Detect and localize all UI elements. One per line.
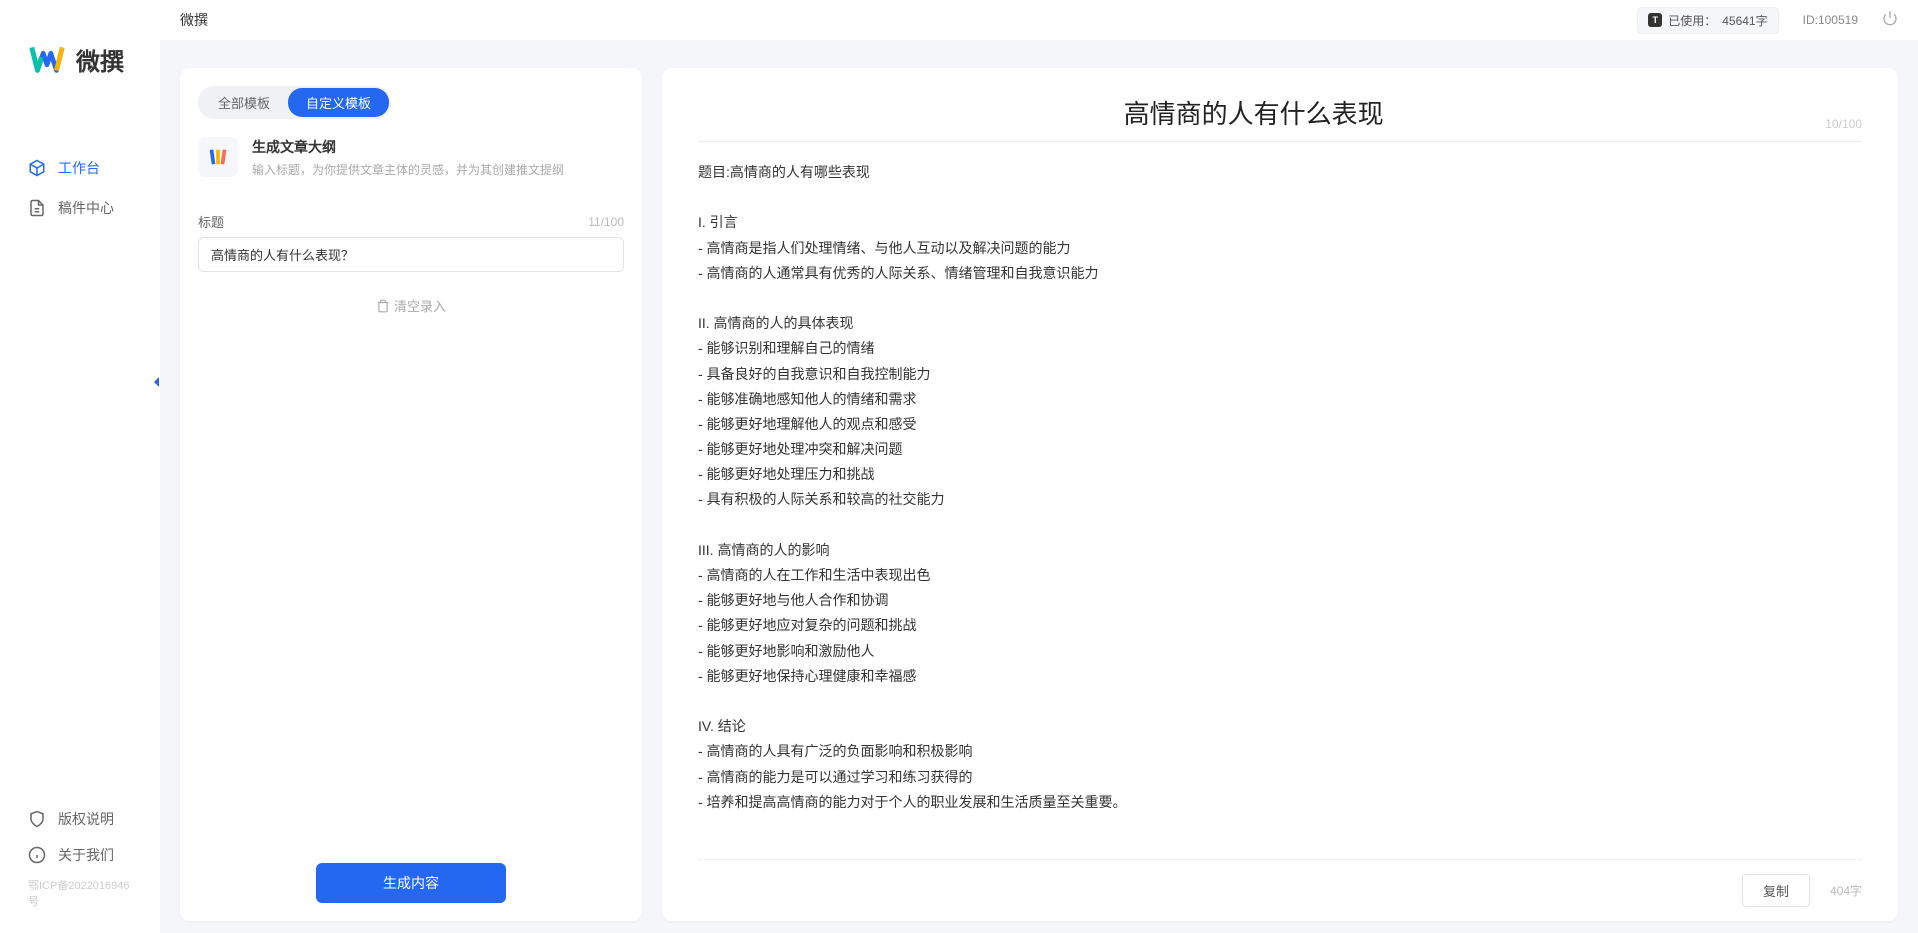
main: 全部模板 自定义模板 生成文章大纲 输入标题，为你提供文章主体的灵感，并为其创建… — [160, 40, 1918, 933]
form-section: 标题 11/100 清空录入 — [180, 192, 642, 321]
sidebar-item-label: 关于我们 — [58, 845, 114, 865]
form-title-head: 标题 11/100 — [198, 212, 624, 231]
title-input[interactable] — [198, 237, 624, 272]
doc-title-counter: 10/100 — [1825, 117, 1862, 131]
user-id: ID:100519 — [1803, 13, 1858, 27]
power-button[interactable] — [1882, 10, 1898, 31]
template-info: 生成文章大纲 输入标题，为你提供文章主体的灵感，并为其创建推文提纲 — [252, 137, 564, 178]
copy-button[interactable]: 复制 — [1742, 874, 1810, 907]
left-panel: 全部模板 自定义模板 生成文章大纲 输入标题，为你提供文章主体的灵感，并为其创建… — [180, 68, 642, 921]
topbar-title: 微撰 — [180, 10, 208, 30]
trash-icon — [376, 299, 390, 313]
shield-icon — [28, 810, 46, 828]
logo-icon — [28, 40, 66, 78]
right-panel: 高情商的人有什么表现 10/100 题目:高情商的人有哪些表现 I. 引言 - … — [662, 68, 1898, 921]
sidebar-item-label: 稿件中心 — [58, 198, 114, 218]
tab-all-templates[interactable]: 全部模板 — [200, 88, 288, 117]
clear-input-button[interactable]: 清空录入 — [198, 296, 624, 315]
sidebar-item-label: 版权说明 — [58, 809, 114, 829]
template-title: 生成文章大纲 — [252, 137, 564, 157]
sidebar-item-label: 工作台 — [58, 158, 100, 178]
generate-button[interactable]: 生成内容 — [316, 863, 506, 903]
doc-body[interactable]: 题目:高情商的人有哪些表现 I. 引言 - 高情商是指人们处理情绪、与他人互动以… — [662, 142, 1898, 859]
power-icon — [1882, 10, 1898, 26]
tab-custom-templates[interactable]: 自定义模板 — [288, 88, 389, 117]
topbar: 微撰 T 已使用： 45641字 ID:100519 — [160, 0, 1918, 40]
nav-section: 工作台 稿件中心 — [0, 108, 160, 801]
template-desc: 输入标题，为你提供文章主体的灵感，并为其创建推文提纲 — [252, 161, 564, 178]
doc-title-row: 高情商的人有什么表现 10/100 — [662, 68, 1898, 141]
info-icon — [28, 846, 46, 864]
usage-badge[interactable]: T 已使用： 45641字 — [1637, 7, 1778, 34]
usage-value: 45641字 — [1722, 12, 1767, 29]
sidebar-item-copyright[interactable]: 版权说明 — [0, 801, 160, 837]
template-card: 生成文章大纲 输入标题，为你提供文章主体的灵感，并为其创建推文提纲 — [180, 119, 642, 192]
sidebar-item-workspace[interactable]: 工作台 — [0, 148, 160, 188]
doc-title[interactable]: 高情商的人有什么表现 — [698, 94, 1809, 131]
cube-icon — [28, 159, 46, 177]
doc-footer: 复制 404字 — [698, 859, 1862, 921]
sidebar: 微撰 工作台 稿件中心 版权说明 关于我们 鄂ICP备2022016946号 — [0, 0, 160, 933]
logo-text: 微撰 — [76, 42, 124, 77]
icp-text: 鄂ICP备2022016946号 — [0, 873, 160, 913]
title-label: 标题 — [198, 212, 224, 231]
sidebar-item-drafts[interactable]: 稿件中心 — [0, 188, 160, 228]
logo[interactable]: 微撰 — [0, 30, 160, 108]
template-tabs: 全部模板 自定义模板 — [198, 86, 391, 119]
text-icon: T — [1648, 13, 1662, 27]
sidebar-item-about[interactable]: 关于我们 — [0, 837, 160, 873]
books-icon — [207, 146, 229, 168]
clear-label: 清空录入 — [394, 296, 446, 315]
usage-label: 已使用： — [1668, 12, 1716, 29]
topbar-right: T 已使用： 45641字 ID:100519 — [1637, 7, 1898, 34]
document-icon — [28, 199, 46, 217]
title-counter: 11/100 — [588, 215, 624, 229]
word-count: 404字 — [1830, 882, 1862, 899]
sidebar-bottom: 版权说明 关于我们 鄂ICP备2022016946号 — [0, 801, 160, 933]
template-icon-box — [198, 137, 238, 177]
